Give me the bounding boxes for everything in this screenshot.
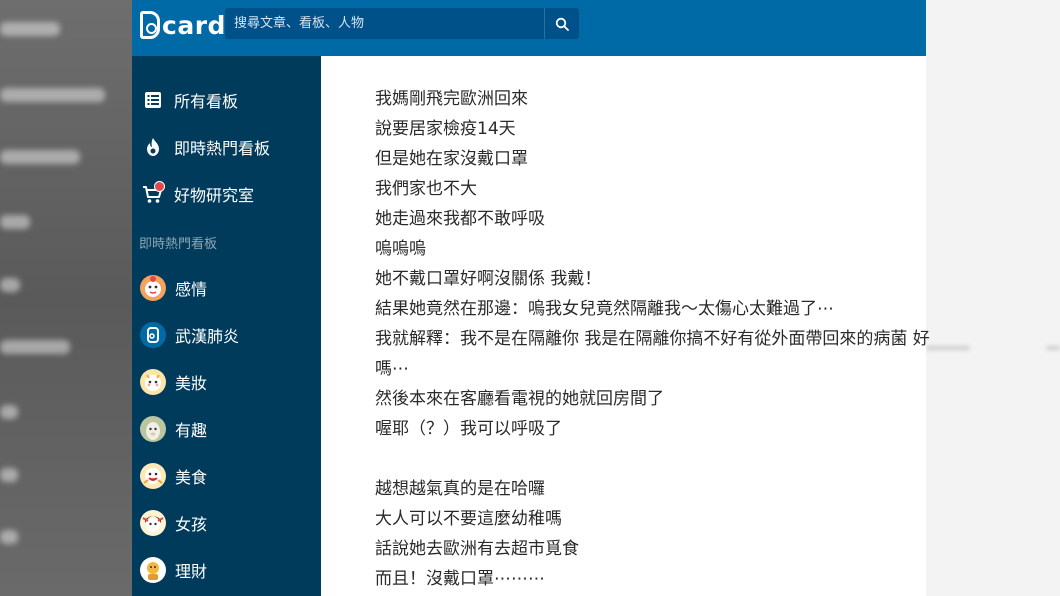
post-line: 她不戴口罩好啊沒關係 我戴！ [375, 269, 602, 289]
alpaca-avatar [140, 416, 166, 442]
list-icon [132, 91, 174, 109]
board-label: 武漢肺炎 [175, 327, 240, 346]
search-icon [555, 17, 569, 31]
sidebar-board-finance[interactable]: 理財 [132, 550, 321, 590]
post-line: 大人可以不要這麼幼稚嗎 [375, 509, 562, 529]
sidebar-item-label: 所有看板 [174, 92, 239, 111]
post-line: 但是她在家沒戴口罩 [375, 149, 528, 169]
post-body: 我媽剛飛完歐洲回來 說要居家檢疫14天 但是她在家沒戴口罩 我們家也不大 她走過… [375, 84, 930, 594]
post-line: 我就解釋：我不是在隔離你 我是在隔離你搞不好有從外面帶回來的病菌 好 [375, 329, 930, 349]
post-line: 喔耶（？）我可以呼吸了 [375, 419, 562, 439]
search-bar [225, 7, 579, 40]
cart-icon [132, 181, 174, 204]
girl-avatar [140, 510, 166, 536]
blurred-background-left [0, 0, 132, 596]
finance-avatar [140, 557, 166, 583]
top-navbar: card [132, 0, 926, 56]
dcard-logo[interactable]: card [140, 7, 226, 43]
post-line: 話說她去歐洲有去超市覓食 [375, 539, 579, 559]
food-avatar [140, 463, 166, 489]
post-line: 我媽剛飛完歐洲回來 [375, 89, 528, 109]
sidebar: 所有看板 即時熱門看板 好物研究室 即時熱門看板 感情 武漢肺炎 美妝 有趣 美… [132, 56, 321, 596]
board-label: 有趣 [175, 421, 208, 440]
sidebar-item-trending-boards[interactable]: 即時熱門看板 [132, 129, 321, 165]
board-label: 美妝 [175, 374, 208, 393]
board-label: 女孩 [175, 515, 208, 534]
sidebar-board-funny[interactable]: 有趣 [132, 409, 321, 449]
search-input[interactable] [225, 7, 544, 40]
post-line: 說要居家檢疫14天 [375, 119, 516, 139]
love-avatar [140, 275, 166, 301]
sidebar-item-label: 即時熱門看板 [174, 139, 271, 158]
sidebar-item-good-stuff-lab[interactable]: 好物研究室 [132, 176, 321, 212]
blurred-background-right [926, 0, 1060, 596]
dcard-avatar [140, 322, 166, 348]
post-line: 然後本來在客廳看電視的她就回房間了 [375, 389, 664, 409]
post-line: 結果她竟然在那邊：嗚我女兒竟然隔離我～太傷心太難過了⋯ [375, 299, 834, 319]
post-line: 我們家也不大 [375, 179, 477, 199]
post-content-area: 我媽剛飛完歐洲回來 說要居家檢疫14天 但是她在家沒戴口罩 我們家也不大 她走過… [321, 56, 930, 596]
board-label: 理財 [175, 562, 208, 581]
board-label: 感情 [175, 280, 208, 299]
sidebar-board-food[interactable]: 美食 [132, 456, 321, 496]
flame-icon [132, 137, 174, 157]
sidebar-board-love[interactable]: 感情 [132, 268, 321, 308]
sidebar-board-wuhan-pneumonia[interactable]: 武漢肺炎 [132, 315, 321, 355]
dcard-logo-mark [140, 11, 160, 39]
post-line: 嗚嗚嗚 [375, 239, 426, 259]
sidebar-item-all-boards[interactable]: 所有看板 [132, 82, 321, 118]
logo-text: card [162, 10, 226, 40]
post-line: 嗎⋯ [375, 359, 409, 379]
sidebar-board-girl[interactable]: 女孩 [132, 503, 321, 543]
post-line: 越想越氣真的是在哈囉 [375, 479, 545, 499]
post-line: 她走過來我都不敢呼吸 [375, 209, 545, 229]
post-line: 而且！沒戴口罩⋯⋯⋯ [375, 569, 545, 589]
makeup-avatar [140, 369, 166, 395]
sidebar-board-makeup[interactable]: 美妝 [132, 362, 321, 402]
notification-dot [154, 181, 165, 192]
board-label: 美食 [175, 468, 208, 487]
search-button[interactable] [544, 8, 579, 39]
sidebar-item-label: 好物研究室 [174, 186, 255, 205]
trending-boards-heading: 即時熱門看板 [139, 237, 218, 252]
